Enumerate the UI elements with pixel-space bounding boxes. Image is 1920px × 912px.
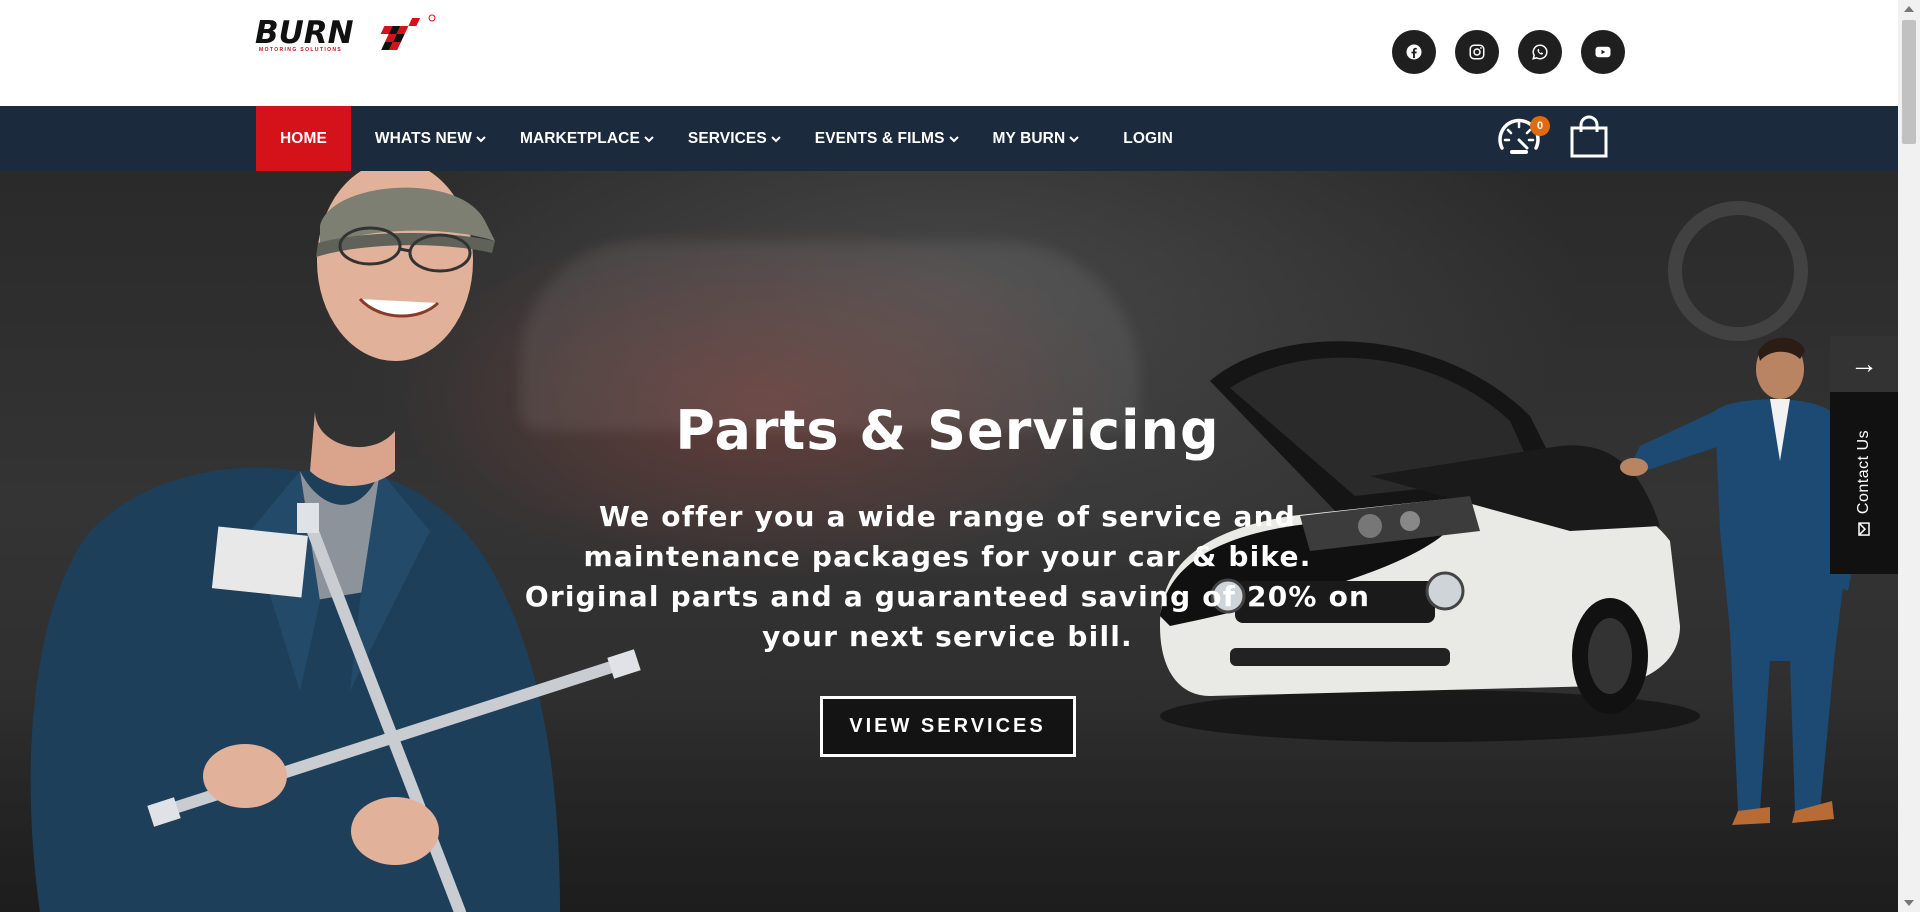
chevron-down-icon: [771, 135, 781, 142]
logo[interactable]: BURN MOTORING SOLUTIONS: [255, 14, 445, 58]
nav-home[interactable]: HOME: [256, 106, 351, 171]
nav-events-films[interactable]: EVENTS & FILMS: [791, 106, 969, 171]
chevron-down-icon: [948, 135, 959, 142]
shopping-bag-icon[interactable]: [1568, 114, 1610, 160]
nav-login[interactable]: LOGIN: [1089, 106, 1183, 171]
chevron-down-icon: [644, 135, 654, 142]
garage-count-badge: 0: [1530, 116, 1550, 136]
hero-content: Parts & Servicing We offer you a wide ra…: [520, 399, 1375, 757]
logo-flag-icon: [380, 14, 436, 50]
social-links: [1392, 30, 1625, 74]
chevron-down-icon: [1069, 135, 1079, 142]
nav-login-label: LOGIN: [1123, 129, 1173, 147]
facebook-icon[interactable]: [1392, 30, 1436, 74]
side-slide-arrow-button[interactable]: →: [1830, 336, 1898, 392]
scroll-down-arrow-icon[interactable]: [1904, 900, 1914, 906]
logo-tagline: MOTORING SOLUTIONS: [259, 47, 343, 53]
nav-services-label: SERVICES: [687, 129, 767, 147]
instagram-icon[interactable]: [1455, 30, 1499, 74]
youtube-icon[interactable]: [1581, 30, 1625, 74]
hero-title: Parts & Servicing: [675, 399, 1220, 462]
nav-my-burn-label: MY BURN: [992, 129, 1066, 147]
background-wheel: [1668, 201, 1808, 341]
chevron-down-icon: [476, 135, 486, 142]
page: BURN MOTORING SOLUTIONS HOME WHATS NEW M…: [0, 0, 1920, 912]
main-nav: HOME WHATS NEW MARKETPLACE SERVICES EVEN…: [256, 106, 1183, 171]
nav-marketplace-label: MARKETPLACE: [519, 129, 640, 147]
whatsapp-icon[interactable]: [1518, 30, 1562, 74]
page-scrollbar[interactable]: [1898, 0, 1920, 912]
nav-events-films-label: EVENTS & FILMS: [814, 129, 945, 147]
contact-us-label: Contact Us: [1855, 429, 1872, 515]
scroll-thumb[interactable]: [1902, 20, 1916, 144]
hero-description: We offer you a wide range of service and…: [524, 500, 1371, 653]
contact-us-label-wrap: Contact Us: [1855, 430, 1873, 536]
view-services-button[interactable]: VIEW SERVICES: [819, 696, 1076, 757]
main-navbar: HOME WHATS NEW MARKETPLACE SERVICES EVEN…: [0, 106, 1898, 171]
logo-wordmark: BURN: [255, 15, 354, 51]
top-header: BURN MOTORING SOLUTIONS: [0, 0, 1898, 106]
nav-services[interactable]: SERVICES: [664, 106, 791, 171]
envelope-icon: [1858, 522, 1870, 536]
hero-banner: Parts & Servicing We offer you a wide ra…: [0, 171, 1898, 912]
nav-actions: 0: [1496, 114, 1610, 160]
nav-whats-new-label: WHATS NEW: [374, 129, 472, 147]
contact-us-tab[interactable]: Contact Us: [1830, 392, 1898, 574]
scroll-up-arrow-icon[interactable]: [1904, 6, 1914, 12]
nav-marketplace[interactable]: MARKETPLACE: [496, 106, 664, 171]
my-garage-button[interactable]: 0: [1496, 114, 1550, 160]
nav-home-label: HOME: [280, 129, 327, 147]
nav-my-burn[interactable]: MY BURN: [969, 106, 1090, 171]
nav-whats-new[interactable]: WHATS NEW: [351, 106, 496, 171]
